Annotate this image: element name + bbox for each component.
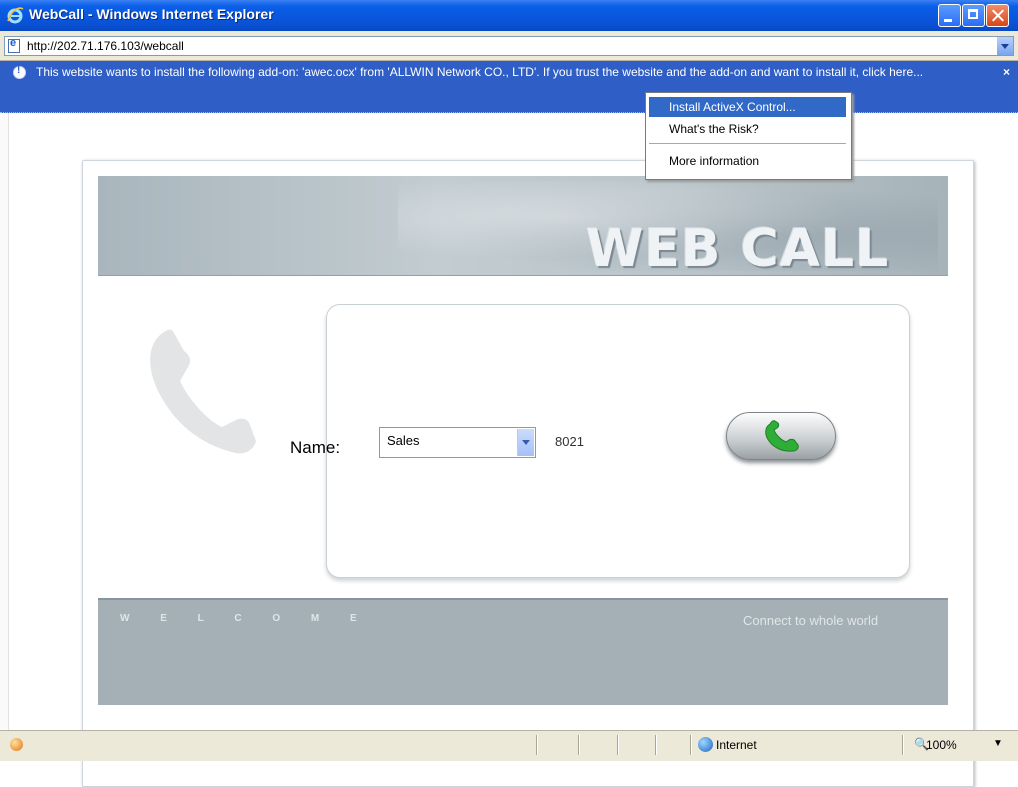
status-bar: Internet 🔍 100% ▼ bbox=[0, 730, 1018, 761]
webcall-card: WEB CALL Name: Sales 8021 W E L C O M E … bbox=[82, 160, 974, 787]
webcall-banner: WEB CALL bbox=[98, 176, 948, 276]
maximize-button[interactable] bbox=[962, 4, 985, 27]
status-divider bbox=[578, 735, 580, 755]
security-zone[interactable]: Internet bbox=[716, 738, 757, 752]
info-shield-icon bbox=[13, 65, 26, 79]
window-title-bar[interactable]: WebCall - Windows Internet Explorer bbox=[0, 0, 1018, 31]
address-field[interactable]: http://202.71.176.103/webcall bbox=[4, 36, 1014, 56]
banner-divider bbox=[98, 275, 948, 276]
menu-item-more-information[interactable]: More information bbox=[649, 151, 846, 171]
extension-number: 8021 bbox=[555, 434, 584, 449]
call-button[interactable] bbox=[726, 412, 836, 460]
status-divider bbox=[902, 735, 904, 755]
call-icon bbox=[765, 420, 799, 452]
status-divider bbox=[617, 735, 619, 755]
phone-handset-icon bbox=[150, 329, 256, 454]
internet-zone-icon bbox=[698, 737, 713, 752]
close-window-button[interactable] bbox=[986, 4, 1009, 27]
name-select-value[interactable]: Sales bbox=[387, 433, 420, 448]
status-divider bbox=[655, 735, 657, 755]
tagline: Connect to whole world bbox=[743, 613, 879, 628]
chevron-down-icon[interactable] bbox=[517, 429, 534, 456]
card-footer: W E L C O M E Connect to whole world bbox=[98, 598, 948, 705]
zoom-level[interactable]: 100% bbox=[926, 738, 957, 752]
addon-context-menu: Install ActiveX Control... What's the Ri… bbox=[645, 92, 852, 180]
menu-item-whats-the-risk[interactable]: What's the Risk? bbox=[649, 119, 846, 139]
window-left-frame bbox=[0, 113, 9, 730]
window-title: WebCall - Windows Internet Explorer bbox=[29, 6, 274, 22]
minimize-button[interactable] bbox=[938, 4, 961, 27]
menu-item-install-activex[interactable]: Install ActiveX Control... bbox=[649, 97, 846, 117]
welcome-text: W E L C O M E bbox=[120, 613, 371, 624]
name-select[interactable]: Sales bbox=[379, 427, 536, 458]
status-divider bbox=[536, 735, 538, 755]
banner-title: WEB CALL bbox=[586, 219, 890, 276]
url-text[interactable]: http://202.71.176.103/webcall bbox=[27, 39, 184, 53]
menu-separator bbox=[649, 143, 846, 144]
page-icon bbox=[8, 37, 20, 53]
information-bar[interactable]: This website wants to install the follow… bbox=[0, 61, 1018, 113]
information-bar-message[interactable]: This website wants to install the follow… bbox=[36, 65, 991, 80]
information-bar-close-icon[interactable]: × bbox=[1003, 65, 1010, 79]
name-label: Name: bbox=[290, 438, 341, 457]
status-divider bbox=[690, 735, 692, 755]
internet-explorer-icon bbox=[7, 7, 24, 24]
address-dropdown-button[interactable] bbox=[997, 37, 1013, 55]
page-status-icon bbox=[10, 738, 23, 751]
address-bar: http://202.71.176.103/webcall bbox=[0, 31, 1018, 61]
zoom-dropdown-icon[interactable]: ▼ bbox=[993, 738, 1003, 749]
